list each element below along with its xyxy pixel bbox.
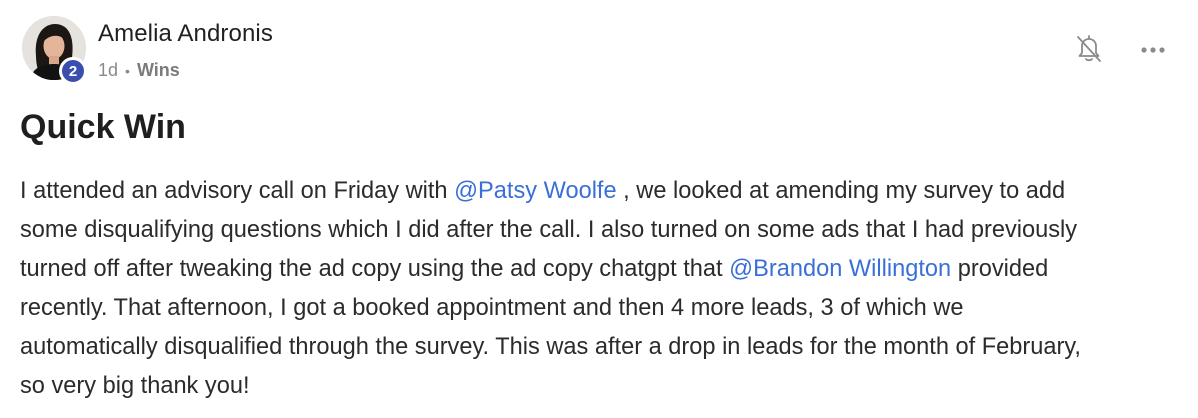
more-options-button[interactable]: [1137, 34, 1169, 66]
body-line: turned off after tweaking the ad copy us…: [20, 256, 1049, 282]
post-meta: 1d • Wins: [98, 60, 180, 81]
level-badge: 2: [59, 57, 87, 85]
body-line: some disqualifying questions which I did…: [20, 217, 1078, 243]
author-name[interactable]: Amelia Andronis: [98, 20, 273, 48]
meta-separator: •: [125, 62, 130, 79]
mention-link[interactable]: @Brandon Willington: [729, 256, 951, 282]
mute-notifications-button[interactable]: [1073, 34, 1105, 66]
post-category[interactable]: Wins: [137, 60, 180, 81]
body-line: automatically disqualified through the s…: [20, 334, 1081, 360]
post-title: Quick Win: [20, 108, 186, 146]
mention-link[interactable]: @Patsy Woolfe: [454, 178, 617, 204]
post-body: I attended an advisory call on Friday wi…: [20, 172, 1185, 406]
more-horizontal-icon: [1140, 41, 1166, 59]
post-card: 2 Amelia Andronis 1d • Wins Quick Win I: [0, 0, 1198, 418]
body-line: so very big thank you!: [20, 373, 250, 399]
bell-off-icon: [1075, 33, 1103, 68]
post-time[interactable]: 1d: [98, 60, 118, 81]
body-line: recently. That afternoon, I got a booked…: [20, 295, 964, 321]
body-line: I attended an advisory call on Friday wi…: [20, 178, 1066, 204]
avatar-container[interactable]: 2: [22, 16, 87, 85]
